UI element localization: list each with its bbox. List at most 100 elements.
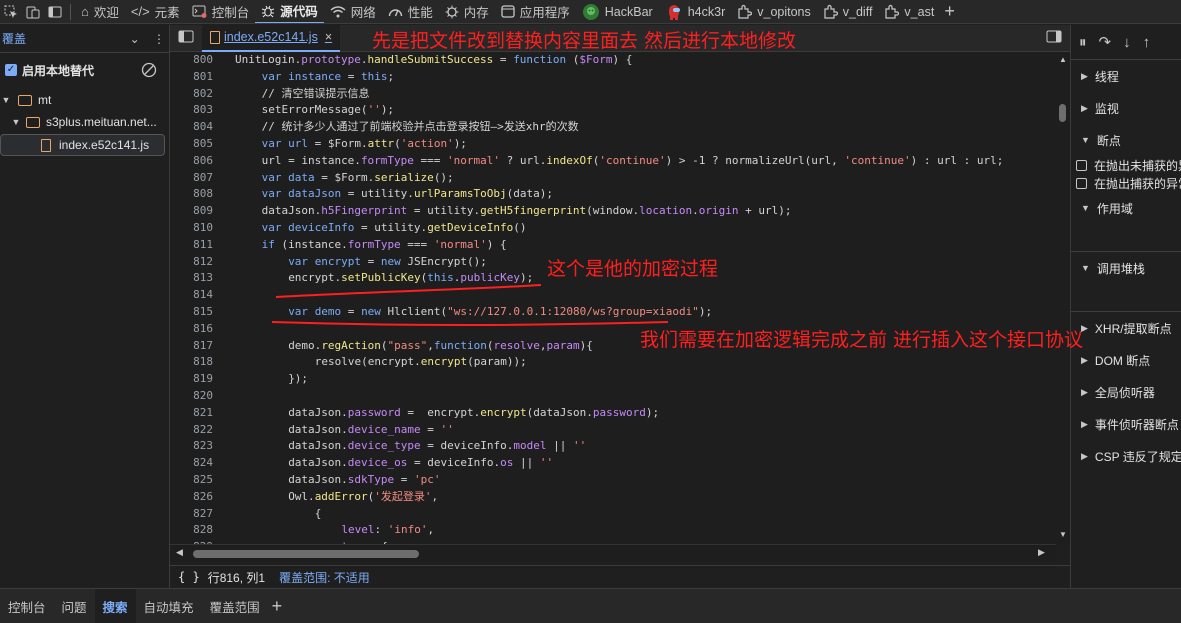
line-number[interactable]: 800 (170, 52, 213, 69)
line-number[interactable]: 811 (170, 237, 213, 254)
code-line[interactable]: 805 var url = $Form.attr('action'); (170, 136, 1056, 153)
line-number[interactable]: 814 (170, 287, 213, 304)
drawer-tab-autofill[interactable]: 自动填充 (136, 589, 202, 623)
editor-file-tab[interactable]: index.e52c141.js × (202, 24, 341, 52)
code-line[interactable]: 802 // 清空错误提示信息 (170, 86, 1056, 103)
code-line[interactable]: 825 dataJson.sdkType = 'pc' (170, 472, 1056, 489)
line-number[interactable]: 825 (170, 472, 213, 489)
section-xhr-breakpoints[interactable]: ▶ XHR/提取断点 (1071, 312, 1181, 344)
code-line[interactable]: 818 resolve(encrypt.encrypt(param)); (170, 354, 1056, 371)
code-line[interactable]: 801 var instance = this; (170, 69, 1056, 86)
line-number[interactable]: 815 (170, 304, 213, 321)
enable-overrides-checkbox[interactable]: ✓ (5, 64, 17, 76)
drawer-tab-coverage[interactable]: 覆盖范围 (202, 589, 268, 623)
line-number[interactable]: 821 (170, 405, 213, 422)
tab-console[interactable]: 控制台 (186, 0, 256, 23)
tab-network[interactable]: 网络 (324, 0, 382, 23)
code-line[interactable]: 800 UnitLogin.prototype.handleSubmitSucce… (170, 52, 1056, 69)
line-number[interactable]: 827 (170, 506, 213, 523)
code-line[interactable]: 821 dataJson.password = encrypt.encrypt(d… (170, 405, 1056, 422)
line-number[interactable]: 823 (170, 438, 213, 455)
step-over-icon[interactable]: ↷ (1099, 33, 1112, 51)
scroll-left-icon[interactable]: ◀ (176, 547, 183, 558)
code-line[interactable]: 826 Owl.addError('发起登录', (170, 489, 1056, 506)
code-line[interactable]: 811 if (instance.formType === 'normal') { (170, 237, 1056, 254)
tab-sources[interactable]: 源代码 (255, 0, 324, 23)
line-number[interactable]: 819 (170, 371, 213, 388)
code-line[interactable]: 807 var data = $Form.serialize(); (170, 170, 1056, 187)
code-editor[interactable]: 800 UnitLogin.prototype.handleSubmitSucce… (170, 52, 1056, 544)
section-breakpoints[interactable]: ▼ 断点 (1071, 124, 1181, 156)
close-icon[interactable]: × (325, 30, 332, 44)
horizontal-scrollbar[interactable]: ◀ ▶ (170, 544, 1056, 562)
line-number[interactable]: 818 (170, 354, 213, 371)
code-line[interactable]: 820 (170, 388, 1056, 405)
section-event-listener-breakpoints[interactable]: ▶ 事件侦听器断点 (1071, 408, 1181, 440)
code-line[interactable]: 823 dataJson.device_type = deviceInfo.mod… (170, 438, 1056, 455)
device-toolbar-icon[interactable] (22, 0, 44, 23)
horizontal-scroll-thumb[interactable] (193, 550, 419, 558)
pretty-print-button[interactable]: { } (178, 570, 200, 584)
line-number[interactable]: 804 (170, 119, 213, 136)
tab-performance[interactable]: 性能 (382, 0, 439, 23)
line-number[interactable]: 809 (170, 203, 213, 220)
line-number[interactable]: 810 (170, 220, 213, 237)
section-dom-breakpoints[interactable]: ▶ DOM 断点 (1071, 344, 1181, 376)
line-number[interactable]: 828 (170, 522, 213, 539)
drawer-tab-search[interactable]: 搜索 (94, 589, 136, 623)
tab-hackbar[interactable]: HackBar (576, 0, 659, 23)
clear-overrides-icon[interactable] (141, 62, 157, 81)
line-number[interactable]: 808 (170, 186, 213, 203)
line-number[interactable]: 813 (170, 270, 213, 287)
tree-folder-domain[interactable]: ▼ s3plus.meituan.net... (0, 111, 169, 133)
tab-elements[interactable]: </> 元素 (125, 0, 186, 23)
line-number[interactable]: 801 (170, 69, 213, 86)
line-number[interactable]: 807 (170, 170, 213, 187)
toggle-navigator-icon[interactable] (178, 30, 194, 46)
section-scope[interactable]: ▼ 作用域 (1071, 192, 1181, 224)
code-line[interactable]: 827 { (170, 506, 1056, 523)
line-number[interactable]: 812 (170, 254, 213, 271)
section-csp-breakpoints[interactable]: ▶CSP 违反了规定断点 (1071, 440, 1181, 472)
toggle-debugger-icon[interactable] (1046, 30, 1062, 46)
enable-overrides-row[interactable]: ✓ 启用本地替代 (0, 59, 169, 81)
scroll-down-icon[interactable]: ▼ (1059, 530, 1067, 539)
vertical-scroll-thumb[interactable] (1059, 104, 1066, 122)
code-line[interactable]: 806 url = instance.formType === 'normal' … (170, 153, 1056, 170)
checkbox[interactable] (1076, 159, 1087, 171)
code-line[interactable]: 809 dataJson.h5Fingerprint = utility.getH… (170, 203, 1056, 220)
section-watch[interactable]: ▶ 监视 (1071, 92, 1181, 124)
code-line[interactable]: 822 dataJson.device_name = '' (170, 422, 1056, 439)
drawer-tab-console[interactable]: 控制台 (0, 589, 54, 623)
dock-side-icon[interactable] (44, 0, 66, 23)
line-number[interactable]: 826 (170, 489, 213, 506)
scroll-up-icon[interactable]: ▲ (1059, 55, 1067, 64)
pause-uncaught-option[interactable]: 在抛出未捕获的异常 (1071, 156, 1181, 174)
more-options-icon[interactable]: ⋮ (153, 32, 165, 46)
line-number[interactable]: 806 (170, 153, 213, 170)
code-line[interactable]: 804 // 统计多少人通过了前端校验并点击登录按钮—>发送xhr的次数 (170, 119, 1056, 136)
expand-arrow-icon[interactable]: ▼ (10, 117, 22, 127)
add-drawer-tab-icon[interactable]: + (272, 596, 283, 617)
expand-arrow-icon[interactable]: ▼ (0, 95, 12, 105)
tab-h4ck3r[interactable]: h4ck3r (659, 0, 732, 23)
code-line[interactable]: 814 (170, 287, 1056, 304)
overrides-title[interactable]: 覆盖 (2, 30, 26, 47)
line-number[interactable]: 803 (170, 102, 213, 119)
code-line[interactable]: 815 var demo = new Hlclient("ws://127.0.0… (170, 304, 1056, 321)
vertical-scrollbar[interactable]: ▲ ▼ (1056, 52, 1070, 544)
tab-welcome[interactable]: ⌂ 欢迎 (75, 0, 125, 23)
tab-memory[interactable]: 内存 (439, 0, 495, 23)
tab-v-opitons[interactable]: v_opitons (731, 0, 817, 23)
coverage-status[interactable]: 覆盖范围: 不适用 (279, 569, 370, 586)
scroll-right-icon[interactable]: ▶ (1038, 547, 1045, 558)
chevron-down-icon[interactable]: ⌄ (130, 32, 140, 46)
tab-v-ast[interactable]: v_ast (878, 0, 940, 23)
section-global-listeners[interactable]: ▶ 全局侦听器 (1071, 376, 1181, 408)
drawer-tab-issues[interactable]: 问题 (54, 589, 95, 623)
code-line[interactable]: 810 var deviceInfo = utility.getDeviceInf… (170, 220, 1056, 237)
tab-application[interactable]: 应用程序 (495, 0, 576, 23)
line-number[interactable]: 817 (170, 338, 213, 355)
tab-v-diff[interactable]: v_diff (817, 0, 879, 23)
line-number[interactable]: 816 (170, 321, 213, 338)
